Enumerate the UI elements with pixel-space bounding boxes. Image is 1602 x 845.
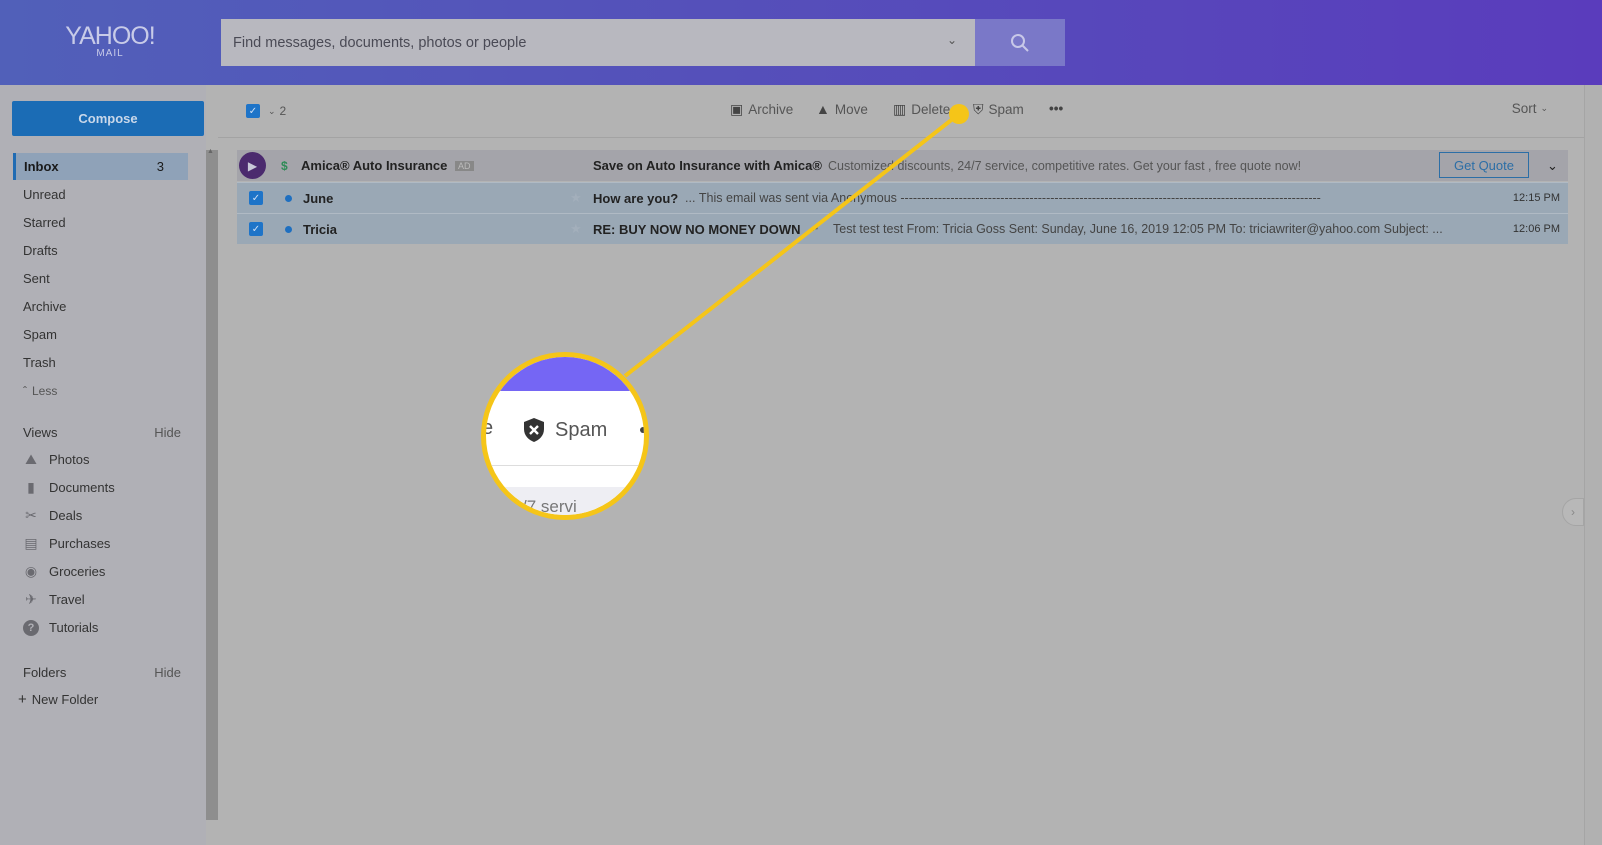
callout-partial-text: /7 servi bbox=[522, 497, 577, 516]
callout-line bbox=[623, 104, 969, 378]
callout-dot bbox=[949, 104, 969, 124]
magnified-callout: e Spam /7 servi bbox=[481, 352, 649, 520]
callout-spam-button: Spam bbox=[522, 417, 607, 443]
callout-spam-label: Spam bbox=[555, 418, 608, 441]
more-dot-icon bbox=[640, 427, 644, 433]
callout-partial-text: e bbox=[482, 417, 494, 439]
shield-x-icon bbox=[524, 418, 544, 442]
